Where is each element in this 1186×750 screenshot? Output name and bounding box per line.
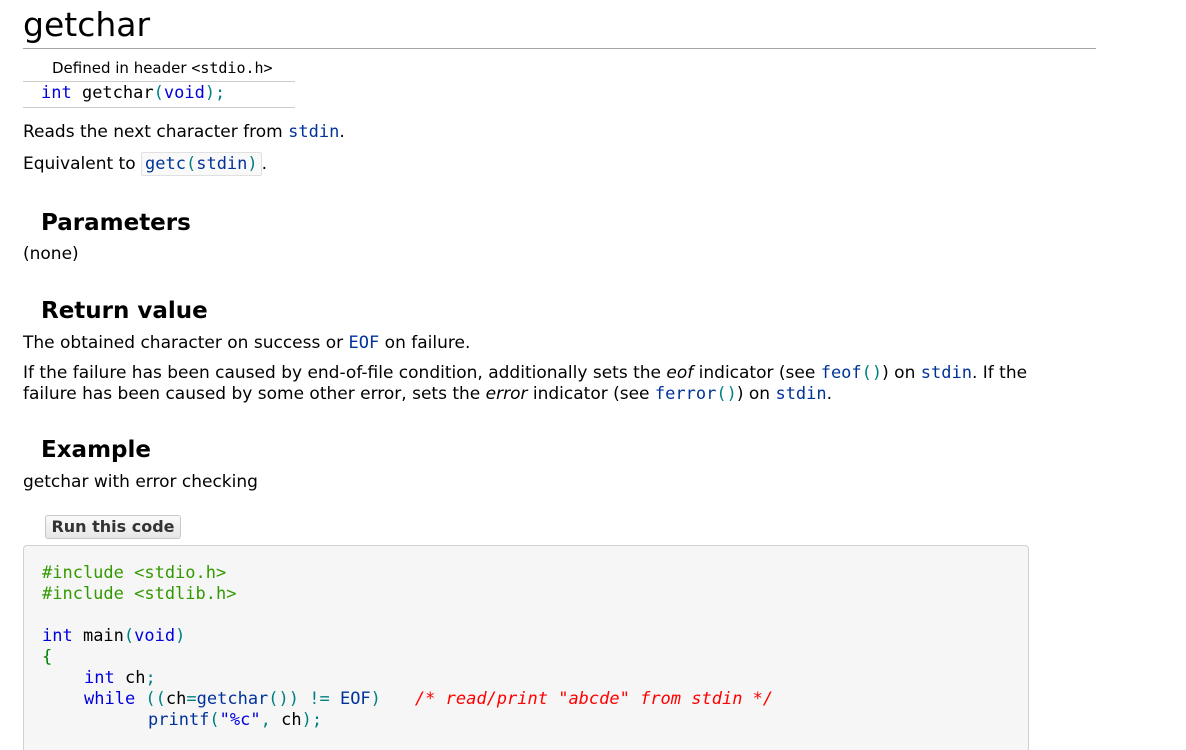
code-printf-open: ( xyxy=(209,710,220,730)
code-printf-close: ); xyxy=(301,710,323,730)
return-p2-line2-text-b: indicator (see xyxy=(527,384,655,404)
getc-open-paren: ( xyxy=(185,154,197,174)
parameters-heading: Parameters xyxy=(41,210,191,236)
return-value-para-2-line-2: failure has been caused by some other er… xyxy=(23,384,832,405)
code-getchar-link[interactable]: getchar xyxy=(197,689,269,709)
ferror-name: ferror xyxy=(654,384,717,404)
code-line-decl-ch: int ch; xyxy=(84,668,156,689)
code-while-kw: while xyxy=(84,689,136,709)
code-while-open: (( xyxy=(135,689,166,709)
code-main-type: int xyxy=(42,626,73,646)
return-p2-text-a: If the failure has been caused by end-of… xyxy=(23,363,667,383)
getc-link[interactable]: getc xyxy=(145,154,186,174)
return-value-heading: Return value xyxy=(41,298,208,324)
code-line-include-stdio: #include <stdio.h> xyxy=(42,563,227,583)
run-code-button[interactable]: Run this code xyxy=(45,515,181,539)
return-text-a: The obtained character on success or xyxy=(23,333,349,353)
code-printf-format: "%c" xyxy=(219,710,261,730)
code-ch-type: int xyxy=(84,668,115,688)
code-main-open: ( xyxy=(123,626,135,646)
example-caption: getchar with error checking xyxy=(23,472,258,492)
description-line-2: Equivalent to getc(stdin). xyxy=(23,152,267,176)
feof-parens: () xyxy=(861,363,883,383)
defined-in-label: Defined in header xyxy=(52,59,192,77)
description-period: . xyxy=(339,122,345,142)
error-emphasis: error xyxy=(485,384,528,404)
code-main-param: void xyxy=(134,626,176,646)
code-comment: /* read/print "abcde" from stdin */ xyxy=(414,689,774,709)
code-printf-comma: , xyxy=(260,710,282,730)
code-ch-semi: ; xyxy=(145,668,156,688)
code-while-close: ) xyxy=(370,689,381,709)
code-line-printf: printf("%c", ch); xyxy=(148,710,322,731)
description-text: Reads the next character from xyxy=(23,122,289,142)
ferror-link[interactable]: ferror() xyxy=(655,384,737,404)
eof-link[interactable]: EOF xyxy=(349,333,380,353)
stdin-link-2[interactable]: stdin xyxy=(921,363,972,383)
return-p2-line2-text-c: ) on xyxy=(736,384,776,404)
header-link[interactable]: <stdio.h> xyxy=(191,59,272,77)
code-while-assign: = xyxy=(186,689,197,709)
parameters-text: (none) xyxy=(23,244,79,264)
equivalent-period: . xyxy=(261,154,268,174)
ferror-parens: () xyxy=(716,384,737,404)
return-value-line-1: The obtained character on success or EOF… xyxy=(23,333,470,354)
declaration-divider-bottom xyxy=(23,107,295,108)
function-declaration: int getchar(void); xyxy=(41,82,225,104)
return-p2-text-d: . If the xyxy=(971,363,1028,383)
return-text-b: on failure. xyxy=(379,333,471,353)
stdin-link[interactable]: stdin xyxy=(288,122,339,142)
code-main-name: main xyxy=(72,626,124,646)
description-line-1: Reads the next character from stdin. xyxy=(23,122,345,143)
return-p2-text-c: ) on xyxy=(882,363,921,383)
return-p2-line2-text-d: . xyxy=(826,384,833,404)
equivalent-text: Equivalent to xyxy=(23,154,142,174)
return-value-para-2-line-1: If the failure has been caused by end-of… xyxy=(23,363,1027,384)
feof-name: feof xyxy=(820,363,862,383)
code-line-main: int main(void) xyxy=(42,626,185,647)
code-eof-link[interactable]: EOF xyxy=(340,689,371,709)
decl-return-type[interactable]: int xyxy=(41,83,72,103)
decl-close: ); xyxy=(204,83,226,103)
return-p2-line2-text-a: failure has been caused by some other er… xyxy=(23,384,486,404)
page-title: getchar xyxy=(23,5,151,44)
eof-emphasis: eof xyxy=(666,363,694,383)
inline-code-getc: getc(stdin) xyxy=(141,152,262,176)
stdin-link-3[interactable]: stdin xyxy=(775,384,826,404)
code-ch-name: ch xyxy=(114,668,146,688)
title-divider xyxy=(23,48,1096,49)
code-line-open-brace: { xyxy=(42,647,53,667)
decl-param[interactable]: void xyxy=(164,83,205,103)
code-while-ch: ch xyxy=(165,689,187,709)
code-printf-link[interactable]: printf xyxy=(148,710,209,730)
code-main-close: ) xyxy=(175,626,186,646)
decl-function-name: getchar xyxy=(71,83,154,103)
defined-in-header: Defined in header <stdio.h> xyxy=(52,58,273,78)
code-printf-arg: ch xyxy=(281,710,302,730)
getc-close-paren: ) xyxy=(247,154,258,174)
code-while-cmp: ()) != xyxy=(268,689,340,709)
feof-link[interactable]: feof() xyxy=(821,363,882,383)
getc-stdin-link[interactable]: stdin xyxy=(196,154,247,174)
code-line-include-stdlib: #include <stdlib.h> xyxy=(42,584,237,604)
decl-open-paren: ( xyxy=(153,83,164,103)
code-line-while: while ((ch=getchar()) != EOF) /* read/pri… xyxy=(84,689,773,710)
example-heading: Example xyxy=(41,437,151,463)
return-p2-text-b: indicator (see xyxy=(693,363,821,383)
